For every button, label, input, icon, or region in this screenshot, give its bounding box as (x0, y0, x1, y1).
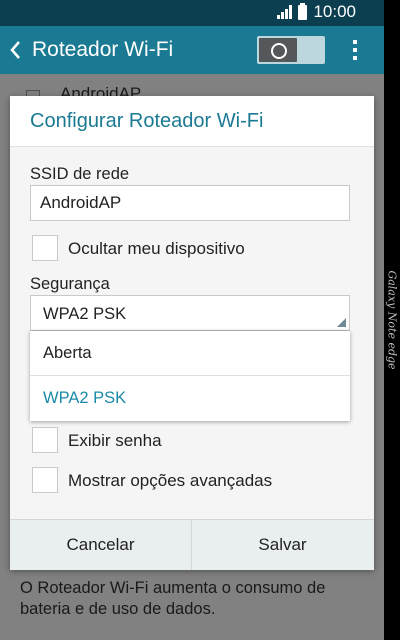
wifi-hotspot-toggle[interactable] (257, 36, 325, 64)
security-option-open[interactable]: Aberta (30, 331, 350, 376)
page-title[interactable]: Roteador Wi-Fi (32, 38, 173, 62)
save-button[interactable]: Salvar (192, 520, 373, 570)
hide-device-checkbox[interactable] (32, 235, 58, 261)
show-password-checkbox[interactable] (32, 427, 58, 453)
show-password-label: Exibir senha (68, 431, 162, 450)
toggle-knob (259, 38, 297, 62)
security-option-wpa2[interactable]: WPA2 PSK (30, 376, 350, 421)
advanced-options-label: Mostrar opções avançadas (68, 471, 273, 490)
ssid-label: SSID de rede (30, 165, 130, 183)
security-selected-value: WPA2 PSK (43, 305, 127, 323)
action-bar: Roteador Wi-Fi (0, 26, 384, 74)
device-brand-label: Galaxy Note edge (385, 270, 399, 370)
overflow-menu-icon[interactable] (346, 36, 364, 64)
dialog-header: Configurar Roteador Wi-Fi (10, 96, 374, 147)
security-select[interactable]: WPA2 PSK (30, 295, 350, 331)
advanced-options-checkbox[interactable] (32, 467, 58, 493)
cancel-button[interactable]: Cancelar (10, 520, 191, 570)
status-time: 10:00 (313, 2, 356, 21)
signal-icon (277, 5, 293, 19)
dropdown-arrow-icon (337, 318, 346, 327)
phone-screen: 10:00 Roteador Wi-Fi AndroidAP O Roteado… (0, 0, 384, 640)
security-dropdown-menu: Aberta WPA2 PSK (30, 331, 350, 421)
status-bar: 10:00 (0, 0, 384, 26)
back-arrow-icon[interactable] (4, 34, 30, 66)
hide-device-label: Ocultar meu dispositivo (68, 239, 245, 258)
security-label: Segurança (30, 275, 110, 293)
battery-icon (298, 2, 308, 20)
ssid-input[interactable] (30, 185, 350, 221)
dialog-title: Configurar Roteador Wi-Fi (30, 110, 264, 132)
dialog-button-bar: Cancelar Salvar (10, 519, 374, 570)
configure-hotspot-dialog: Configurar Roteador Wi-Fi SSID de rede O… (10, 96, 374, 570)
